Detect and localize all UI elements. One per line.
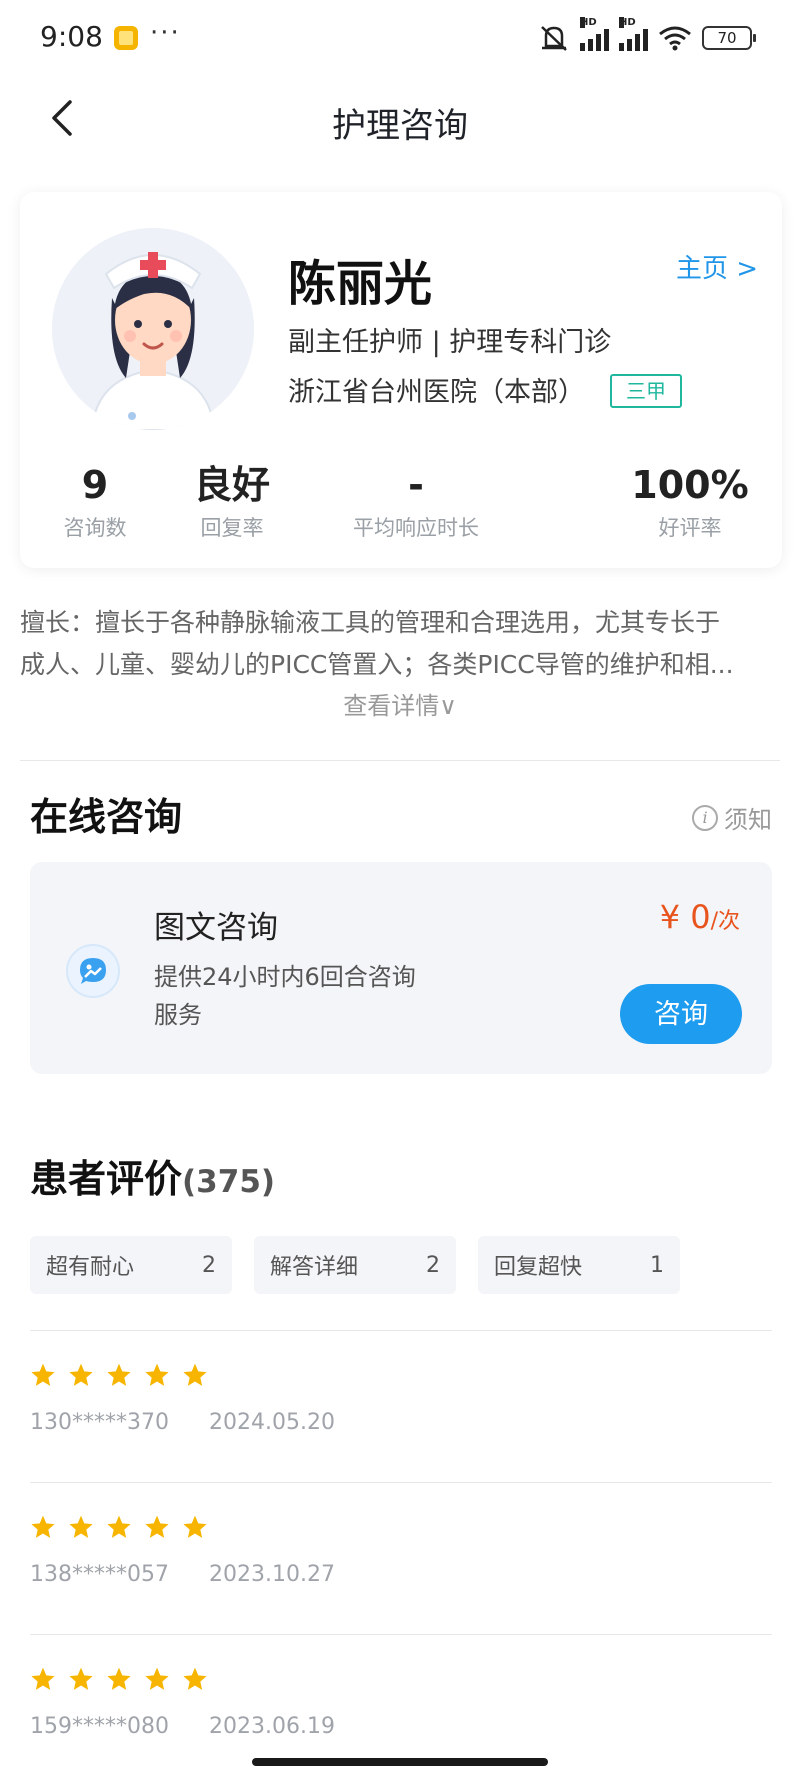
status-bar: 9:08 ··· HD HD 70 [0, 0, 800, 78]
star-icon [31, 1363, 55, 1386]
stat-label: 回复率 [200, 516, 264, 540]
status-icons: HD HD 70 [538, 17, 756, 52]
divider [30, 1482, 772, 1483]
signal-hd1-icon: HD [580, 17, 609, 51]
expertise-line: 成人、儿童、婴幼儿的PICC管置入；各类PICC导管的维护和相... [20, 650, 734, 679]
view-details-link[interactable]: 查看详情∨ [0, 686, 800, 721]
image-text-consult-card[interactable]: 图文咨询 提供24小时内6回合咨询服务 ¥ 0/次 咨询 [30, 862, 772, 1074]
star-icon [31, 1667, 55, 1690]
star-icon [107, 1363, 131, 1386]
review-item: 138*****057 2023.10.27 [30, 1514, 772, 1587]
avatar [52, 228, 254, 430]
app-notification-icon [114, 26, 138, 50]
review-meta: 138*****057 2023.10.27 [30, 1562, 772, 1587]
tag-label: 超有耐心 [46, 1255, 135, 1280]
review-item: 130*****370 2024.05.20 [30, 1362, 772, 1435]
consult-description: 提供24小时内6回合咨询服务 [154, 963, 416, 1029]
star-icon [69, 1667, 93, 1690]
review-tag[interactable]: 解答详细 2 [254, 1236, 456, 1294]
home-indicator[interactable] [252, 1758, 548, 1766]
review-meta: 159*****080 2023.06.19 [30, 1714, 772, 1739]
star-icon [183, 1667, 207, 1690]
reviewer-id: 130*****370 [30, 1410, 169, 1435]
divider [30, 1634, 772, 1635]
stat-reply-rate: 良好 回复率 [182, 462, 282, 542]
stat-value: - [408, 463, 424, 507]
tag-label: 回复超快 [494, 1255, 583, 1280]
tag-count: 2 [426, 1252, 440, 1278]
star-rating [30, 1362, 772, 1388]
star-icon [31, 1515, 55, 1538]
more-notifications-icon: ··· [150, 18, 181, 48]
review-date: 2023.10.27 [208, 1562, 335, 1587]
price-value: ¥ 0 [659, 898, 711, 936]
review-date: 2023.06.19 [208, 1714, 335, 1739]
reviews-title-text: 患者评价 [30, 1157, 183, 1201]
signal-hd2-icon: HD [619, 17, 648, 51]
star-icon [145, 1363, 169, 1386]
price-unit: /次 [710, 909, 740, 934]
stat-label: 咨询数 [63, 516, 127, 540]
stat-avg-response: - 平均响应时长 [336, 462, 496, 542]
reviews-count: (375) [182, 1164, 276, 1200]
expertise-line: 擅长：擅长于各种静脉输液工具的管理和合理选用，尤其专长于 [20, 608, 721, 637]
star-icon [183, 1515, 207, 1538]
stat-value: 9 [81, 463, 109, 507]
doctor-stats: 9 咨询数 良好 回复率 - 平均响应时长 100% 好评率 [20, 462, 782, 552]
review-tags: 超有耐心 2 解答详细 2 回复超快 1 [30, 1236, 680, 1294]
stat-consult-count: 9 咨询数 [40, 462, 150, 542]
star-icon [69, 1515, 93, 1538]
consult-button[interactable]: 咨询 [620, 984, 742, 1044]
star-icon [69, 1363, 93, 1386]
star-icon [183, 1363, 207, 1386]
reviews-title: 患者评价(375) [30, 1148, 275, 1203]
notice-label: 须知 [724, 806, 772, 834]
star-rating [30, 1666, 772, 1692]
star-icon [107, 1515, 131, 1538]
stat-positive-rate: 100% 好评率 [630, 462, 750, 542]
reviewer-id: 138*****057 [30, 1562, 169, 1587]
review-item: 159*****080 2023.06.19 [30, 1666, 772, 1739]
chat-image-icon [66, 944, 120, 998]
hospital-grade-badge: 三甲 [610, 374, 682, 408]
review-tag[interactable]: 回复超快 1 [478, 1236, 680, 1294]
online-consult-title: 在线咨询 [30, 795, 183, 839]
tag-label: 解答详细 [270, 1255, 359, 1280]
stat-label: 好评率 [658, 516, 722, 540]
stat-label: 平均响应时长 [353, 516, 479, 540]
tag-count: 1 [650, 1252, 664, 1278]
doctor-card: 陈丽光 主页 > 副主任护师 | 护理专科门诊 浙江省台州医院（本部） 三甲 9… [20, 192, 782, 568]
reviewer-id: 159*****080 [30, 1714, 169, 1739]
page-title: 护理咨询 [332, 106, 468, 146]
divider [30, 1330, 772, 1331]
doctor-hospital: 浙江省台州医院（本部） [288, 377, 585, 408]
star-icon [145, 1667, 169, 1690]
wifi-icon [659, 26, 691, 51]
review-meta: 130*****370 2024.05.20 [30, 1410, 772, 1435]
star-icon [145, 1515, 169, 1538]
review-date: 2024.05.20 [208, 1410, 335, 1435]
doctor-name: 陈丽光 [288, 256, 433, 312]
notice-link[interactable]: i 须知 [692, 800, 772, 835]
nav-bar: 护理咨询 [0, 78, 800, 158]
info-icon: i [692, 804, 718, 831]
expertise-text: 擅长：擅长于各种静脉输液工具的管理和合理选用，尤其专长于 成人、儿童、婴幼儿的P… [20, 602, 788, 686]
tag-count: 2 [202, 1252, 216, 1278]
homepage-link[interactable]: 主页 > [676, 248, 758, 285]
divider [20, 760, 780, 761]
stat-value: 100% [631, 463, 749, 507]
consult-type-name: 图文咨询 [154, 910, 278, 946]
status-time: 9:08 [40, 20, 103, 53]
star-rating [30, 1514, 772, 1540]
consult-price: ¥ 0/次 [660, 898, 740, 936]
battery-icon: 70 [702, 26, 756, 50]
star-icon [107, 1667, 131, 1690]
stat-value: 良好 [193, 463, 270, 507]
review-tag[interactable]: 超有耐心 2 [30, 1236, 232, 1294]
mute-icon [541, 26, 567, 51]
doctor-title: 副主任护师 | 护理专科门诊 [288, 327, 612, 358]
